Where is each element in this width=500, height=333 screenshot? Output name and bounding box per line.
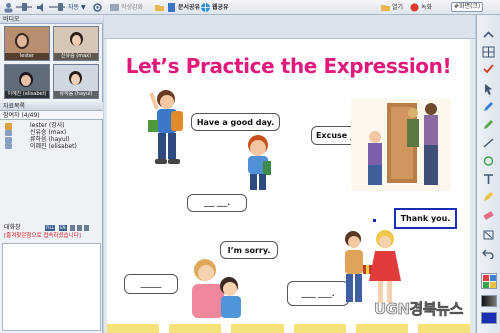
color-swatch[interactable] [490,282,496,288]
chat-badge-fill[interactable]: FILL [45,225,55,231]
shape-icon[interactable] [482,155,495,167]
stroke-color-picker[interactable] [481,312,497,324]
auto-toggle[interactable]: 자동 ▼ [68,2,86,13]
grid-icon[interactable] [482,46,495,58]
chat-log[interactable] [2,243,101,331]
eraser-icon[interactable] [482,209,495,221]
web-share-button[interactable]: 웹공유 [212,2,229,13]
video-tile-max[interactable]: 신유승 (max) [53,26,99,61]
text-icon[interactable] [482,173,495,185]
user-icon [5,143,12,149]
open-icon[interactable] [380,2,391,13]
record-icon[interactable] [409,2,420,13]
web-share-icon[interactable] [200,2,211,13]
video-name: lester [5,53,49,60]
pencil-icon [5,123,12,130]
chat-option-icon[interactable] [77,225,82,231]
video-section-title: 비디오 [0,15,103,24]
color-picker[interactable] [481,273,497,289]
clear-icon[interactable] [482,229,495,241]
line-width-picker[interactable] [481,295,497,307]
participants-title: 참여자 (4/49) [0,111,103,120]
chat-option-icon[interactable] [84,225,89,231]
footer-bar [355,324,408,333]
undo-icon[interactable] [482,247,495,259]
speech-bubble-thank-you[interactable]: Thank you. [394,208,457,229]
volume-slider-knob[interactable] [58,3,63,11]
color-swatch[interactable] [490,275,496,281]
video-tile-hayul[interactable]: 류하음 (hayul) [53,64,99,99]
line-icon[interactable] [482,137,495,149]
teacher-label[interactable]: 학생감화 [121,2,143,13]
color-swatch[interactable] [483,282,489,288]
open-button[interactable]: 열기 [392,2,403,13]
doc-share-icon[interactable] [166,2,177,13]
screen-size-select[interactable]: #화면(크) [451,2,484,12]
record-button[interactable]: 녹화 [421,2,432,13]
main-area: Let’s Practice the Expression! Have a go… [104,15,475,333]
color-swatch[interactable] [483,275,489,281]
slide-canvas[interactable]: Let’s Practice the Expression! Have a go… [107,39,471,333]
list-item[interactable]: lester (강사) [30,122,77,129]
avatar-face [72,35,81,46]
sidebar: 비디오 lester 신유승 (max) 이혜진 (elisabet) 류하음 … [0,15,103,333]
avatar-face [21,75,31,86]
check-icon[interactable] [482,63,495,75]
selection-handle[interactable] [373,219,376,222]
marker-icon[interactable] [482,119,495,131]
avatar-face [71,74,80,85]
gift-exchange-illustration [345,230,401,303]
list-item[interactable]: 신유승 (max) [30,129,77,136]
footer-bar [169,324,222,333]
footer-bar [293,324,346,333]
video-tile-lester[interactable]: lester [4,26,50,61]
chat-message: [즐겨찾은항으로 접속하셨습니다] [4,233,81,239]
pencil-icon[interactable] [482,101,495,113]
boy-waving-illustration [148,90,183,164]
footer-bar [417,324,471,333]
speech-bubble-have-a-good-day: Have a good day. [191,113,280,131]
video-name: 류하음 (hayul) [54,91,98,98]
user-icon [5,130,12,136]
materials-tab[interactable]: 자료목록 [0,102,103,111]
user-icon [5,136,12,143]
boy-redhair-illustration [248,135,271,190]
participant-icons [5,123,12,149]
speaker-icon[interactable] [36,2,47,13]
person-icon[interactable] [3,2,14,13]
top-toolbar: 자동 ▼ 학생감화 문서공유 웹공유 열기 녹화 #화면(크) [0,0,500,15]
app-window: 자동 ▼ 학생감화 문서공유 웹공유 열기 녹화 #화면(크) 비디오 lest… [0,0,500,333]
right-toolbar [476,15,500,333]
chat-option-icon[interactable] [70,225,75,231]
settings-icon[interactable] [92,2,103,13]
blank-bubble-1: ___ ___. [187,194,247,212]
video-tile-elisabet[interactable]: 이혜진 (elisabet) [4,64,50,99]
mic-slider-knob[interactable] [22,3,27,11]
mother-child-illustration [192,259,241,318]
highlighter-icon[interactable] [482,191,495,203]
chat-badge-en[interactable]: EN [59,225,67,231]
teacher-icon[interactable] [109,2,120,13]
footer-bar [231,324,284,333]
blank-bubble-3: ______ [124,274,178,294]
video-name: 신유승 (max) [54,53,98,60]
video-name: 이혜진 (elisabet) [5,91,49,98]
watermark: UGN경북뉴스 [374,300,464,319]
avatar-face [17,35,27,47]
doc-tabbar [104,15,475,39]
speech-bubble-im-sorry: I’m sorry. [220,241,278,259]
list-item[interactable]: 류하음 (hayul) [30,136,77,143]
chevron-up-icon[interactable] [482,29,495,41]
footer-bar [107,324,160,333]
folder-icon[interactable] [154,2,165,13]
doc-share-button[interactable]: 문서공유 [178,2,200,13]
footer-color-bars [107,324,471,333]
participant-list: lester (강사) 신유승 (max) 류하음 (hayul) 이혜진 (e… [3,122,100,150]
list-item[interactable]: 이혜진 (elisabet) [30,143,77,150]
slide-title: Let’s Practice the Expression! [125,54,452,78]
hallway-people-illustration [351,99,451,191]
pointer-icon[interactable] [482,83,495,95]
